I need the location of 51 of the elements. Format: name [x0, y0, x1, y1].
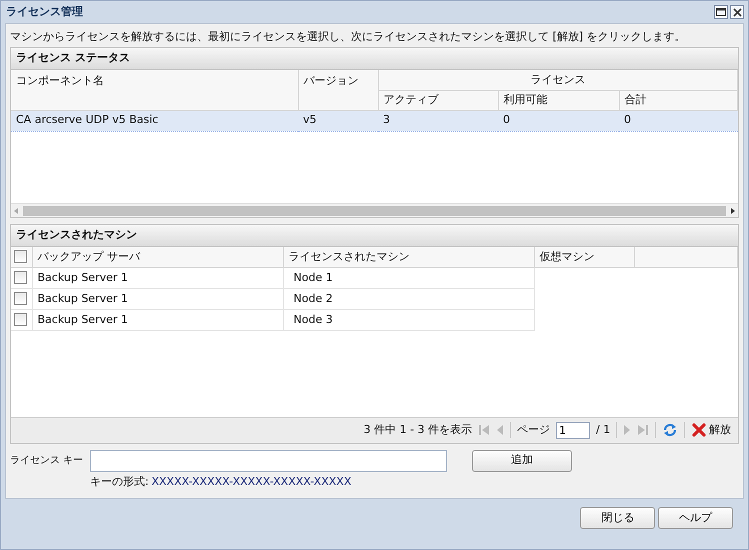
field-label: ライセンス キー	[10, 454, 84, 468]
table-cell: Node 1	[283, 268, 534, 288]
column-header[interactable]: バックアップ サーバ	[32, 246, 283, 268]
row-checkbox[interactable]	[14, 292, 27, 306]
pager-summary: 3 件中 1 - 3 件を表示	[364, 422, 472, 438]
close-button[interactable]	[730, 5, 744, 19]
column-header[interactable]: ライセンスされたマシン	[283, 246, 534, 268]
horizontal-scrollbar[interactable]	[11, 203, 738, 217]
row-checkbox[interactable]	[14, 271, 27, 284]
page-label: ページ	[517, 422, 550, 438]
row-checkbox[interactable]	[14, 313, 27, 326]
panel-title: ライセンス ステータス	[11, 48, 738, 70]
column-header[interactable]: 合計	[619, 90, 738, 110]
window-title: ライセンス管理	[6, 4, 84, 20]
first-page-icon[interactable]	[478, 424, 490, 436]
page-total: / 1	[596, 422, 610, 438]
column-header[interactable]: コンポーネント名	[11, 70, 298, 110]
delete-icon	[692, 423, 706, 437]
table-cell: Backup Server 1	[32, 288, 283, 310]
key-format-value: XXXXX-XXXXX-XXXXX-XXXXX-XXXXX	[151, 474, 352, 490]
select-all-checkbox[interactable]	[14, 250, 27, 263]
column-header[interactable]: 利用可能	[498, 90, 619, 110]
column-group-header: ライセンス	[378, 70, 738, 90]
refresh-icon[interactable]	[662, 422, 678, 438]
column-header[interactable]: アクティブ	[378, 90, 498, 110]
table-cell: Backup Server 1	[32, 268, 283, 288]
table-cell: Backup Server 1	[32, 310, 283, 330]
panel-title: ライセンスされたマシン	[11, 224, 738, 246]
column-header[interactable]: バージョン	[298, 70, 378, 110]
scrollbar-thumb[interactable]	[23, 206, 726, 216]
table-cell: Node 2	[283, 288, 534, 310]
table-cell: Node 3	[283, 310, 534, 330]
dialog-button[interactable]: ヘルプ	[658, 507, 733, 529]
table-cell: v5	[298, 110, 378, 131]
table-row[interactable]: CA arcserve UDP v5 Basic v5 3 0 0	[11, 110, 738, 131]
license-key-field[interactable]	[90, 450, 447, 472]
column-header[interactable]: 仮想マシン	[534, 246, 634, 268]
previous-page-icon[interactable]	[496, 424, 504, 436]
release-button[interactable]: 解放	[691, 420, 732, 440]
maximize-button[interactable]	[714, 5, 728, 19]
page-field[interactable]: 1	[556, 422, 590, 438]
next-page-icon[interactable]	[623, 424, 632, 436]
table-cell: 0	[619, 110, 738, 131]
table-cell: 0	[498, 110, 619, 131]
table-cell: 3	[378, 110, 498, 131]
add-button[interactable]: 追加	[472, 450, 572, 472]
table-cell: CA arcserve UDP v5 Basic	[11, 110, 298, 131]
key-format-label: キーの形式:	[90, 474, 149, 490]
dialog-button[interactable]: 閉じる	[580, 507, 656, 529]
instruction-text: マシンからライセンスを解放するには、最初にライセンスを選択し、次にライセンスされたマシンを選択して [解放] をクリックします。	[10, 30, 686, 43]
last-page-icon[interactable]	[637, 424, 650, 436]
